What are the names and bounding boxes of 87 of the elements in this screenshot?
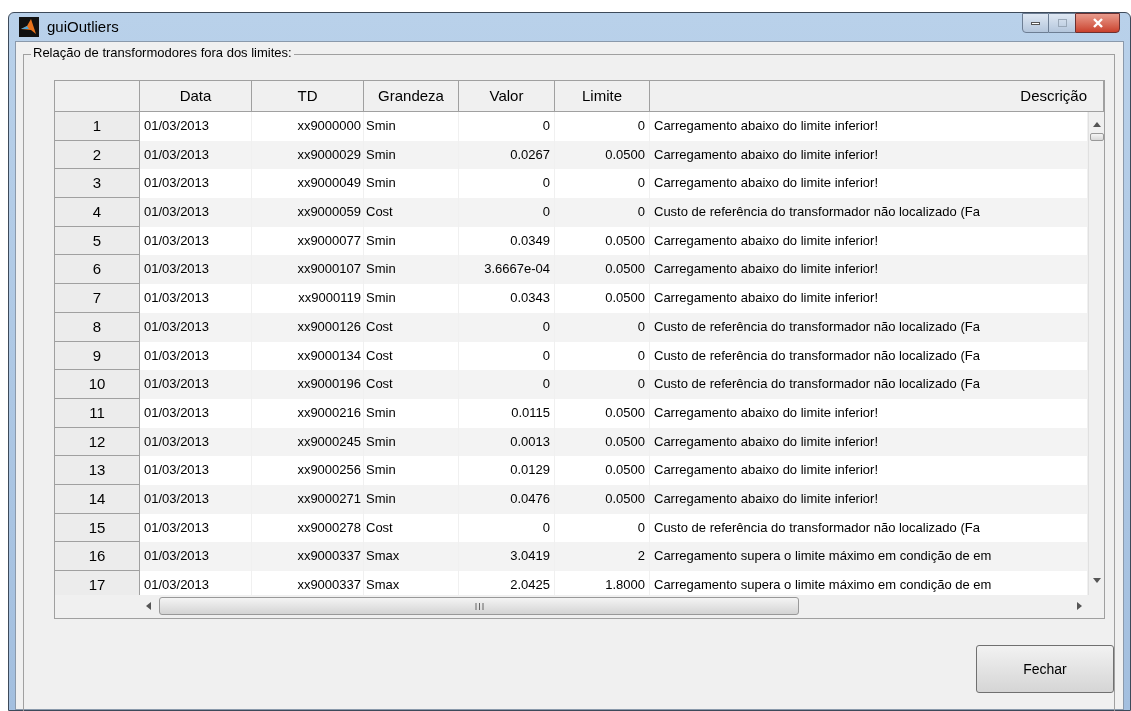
quantity-cell: Cost (364, 513, 459, 543)
value-cell: 0.0343 (459, 284, 555, 313)
vertical-scrollbar[interactable] (1088, 112, 1104, 595)
close-icon (1091, 18, 1104, 28)
row-header[interactable]: 3 (55, 169, 140, 199)
value-cell: 0 (459, 341, 555, 371)
description-cell: Carregamento abaixo do limite inferior! (650, 456, 1088, 485)
date-cell: 01/03/2013 (140, 456, 252, 485)
date-cell: 01/03/2013 (140, 513, 252, 543)
td-cell: xx9000000 (252, 112, 364, 141)
value-cell: 2.0425 (459, 571, 555, 595)
td-cell: xx9000216 (252, 398, 364, 428)
scroll-left-icon (146, 602, 151, 610)
row-header[interactable]: 16 (55, 542, 140, 571)
quantity-cell: Smin (364, 169, 459, 199)
date-cell: 01/03/2013 (140, 226, 252, 256)
limit-cell: 0 (555, 169, 650, 199)
quantity-cell: Cost (364, 341, 459, 371)
description-cell: Custo de referência do transformador não localizado (Fa (650, 341, 1088, 371)
value-cell: 0.0115 (459, 398, 555, 428)
limit-cell: 0.0500 (555, 226, 650, 256)
row-header[interactable]: 15 (55, 513, 140, 543)
td-cell: xx9000077 (252, 226, 364, 256)
description-cell: Carregamento abaixo do limite inferior! (650, 112, 1088, 141)
row-header[interactable]: 8 (55, 312, 140, 342)
limit-cell: 1.8000 (555, 571, 650, 595)
limit-cell: 0 (555, 341, 650, 371)
td-cell: xx9000256 (252, 456, 364, 485)
description-cell: Carregamento supera o limite máximo em condição de em (650, 571, 1088, 595)
scroll-thumb[interactable] (1089, 133, 1104, 141)
limit-cell: 0.0500 (555, 284, 650, 313)
td-cell: xx9000119 (252, 284, 364, 313)
td-cell: xx9000337 (252, 571, 364, 595)
app-logo-icon (19, 17, 39, 37)
value-cell: 0 (459, 112, 555, 141)
date-cell: 01/03/2013 (140, 169, 252, 199)
row-header[interactable]: 13 (55, 456, 140, 485)
value-cell: 0.0129 (459, 456, 555, 485)
quantity-cell: Smin (364, 284, 459, 313)
date-cell: 01/03/2013 (140, 571, 252, 595)
description-cell: Carregamento abaixo do limite inferior! (650, 398, 1088, 428)
row-header[interactable]: 12 (55, 427, 140, 457)
row-header[interactable]: 17 (55, 571, 140, 595)
value-cell: 0 (459, 169, 555, 199)
value-cell: 0 (459, 513, 555, 543)
row-header[interactable]: 11 (55, 398, 140, 428)
quantity-cell: Smin (364, 112, 459, 141)
scroll-right-icon (1077, 602, 1082, 610)
description-cell: Carregamento abaixo do limite inferior! (650, 226, 1088, 256)
row-header[interactable]: 7 (55, 284, 140, 313)
group-title: Relação de transformodores fora dos limites: (31, 45, 294, 61)
limit-cell: 0 (555, 112, 650, 141)
limit-cell: 0 (555, 513, 650, 543)
maximize-button[interactable] (1049, 13, 1075, 33)
scroll-down-icon (1092, 578, 1101, 583)
row-header[interactable]: 5 (55, 226, 140, 256)
close-button[interactable] (1075, 13, 1120, 33)
scroll-up-icon (1092, 122, 1101, 127)
row-header[interactable]: 4 (55, 198, 140, 227)
quantity-cell: Smin (364, 226, 459, 256)
quantity-cell: Smax (364, 571, 459, 595)
row-header[interactable]: 10 (55, 370, 140, 399)
date-cell: 01/03/2013 (140, 284, 252, 313)
date-cell: 01/03/2013 (140, 112, 252, 141)
limit-cell: 0.0500 (555, 456, 650, 485)
grip-icon (474, 602, 484, 610)
quantity-cell: Smin (364, 456, 459, 485)
td-cell: xx9000134 (252, 341, 364, 371)
date-cell: 01/03/2013 (140, 341, 252, 371)
description-cell: Carregamento abaixo do limite inferior! (650, 284, 1088, 313)
scroll-thumb[interactable] (159, 597, 799, 615)
row-header[interactable]: 1 (55, 112, 140, 141)
td-cell: xx9000278 (252, 513, 364, 543)
limit-cell: 0.0500 (555, 398, 650, 428)
value-cell: 0.0349 (459, 226, 555, 256)
row-header[interactable]: 9 (55, 341, 140, 371)
date-cell: 01/03/2013 (140, 398, 252, 428)
row-header[interactable]: 14 (55, 484, 140, 514)
description-cell: Custo de referência do transformador não localizado (Fa (650, 513, 1088, 543)
row-header[interactable]: 2 (55, 140, 140, 170)
close-dialog-button[interactable]: Fechar (976, 645, 1114, 693)
minimize-button[interactable] (1022, 13, 1049, 33)
window-title: guiOutliers (47, 16, 119, 37)
description-cell: Carregamento abaixo do limite inferior! (650, 169, 1088, 199)
td-cell: xx9000049 (252, 169, 364, 199)
quantity-cell: Smin (364, 398, 459, 428)
row-header[interactable]: 6 (55, 255, 140, 285)
